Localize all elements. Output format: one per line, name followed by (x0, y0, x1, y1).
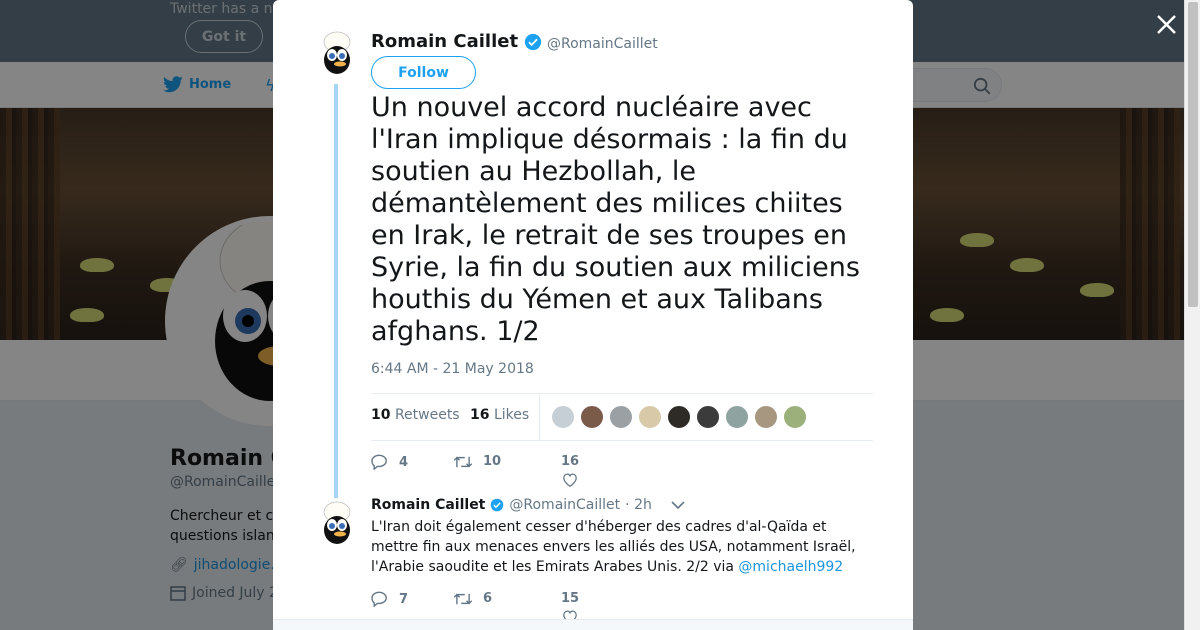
thread-connector-line (334, 84, 338, 498)
verified-badge-icon (524, 33, 542, 50)
page-scrollbar[interactable] (1184, 0, 1200, 630)
retweet-icon (453, 593, 473, 604)
verified-badge-icon (491, 498, 504, 512)
mention-link[interactable]: @michaelh992 (738, 559, 843, 575)
tweet2-header: Romain Caillet @RomainCaillet · 2h (371, 497, 685, 513)
retweet-count-stat[interactable]: 10 Retweets (371, 407, 460, 423)
retweet-button[interactable]: 6 (453, 591, 492, 606)
close-icon[interactable] (1153, 11, 1180, 38)
liker-avatar[interactable] (551, 405, 575, 429)
liker-avatar[interactable] (609, 405, 633, 429)
tweet2-avatar[interactable] (313, 500, 361, 548)
reply-button[interactable]: 4 (371, 454, 408, 470)
tweet1-text: Un nouvel accord nucléaire avec l'Iran i… (371, 92, 860, 347)
tweet2-text: L'Iran doit également cesser d'héberger … (371, 519, 856, 575)
liker-avatar[interactable] (725, 405, 749, 429)
retweet-icon (453, 456, 473, 467)
tweet1-timestamp[interactable]: 6:44 AM - 21 May 2018 (371, 361, 534, 377)
liker-avatar[interactable] (667, 405, 691, 429)
follow-button[interactable]: Follow (371, 56, 476, 89)
like-count-stat[interactable]: 16 Likes (470, 407, 529, 423)
tweet1-author-name[interactable]: Romain Caillet (371, 31, 542, 52)
liker-avatar[interactable] (638, 405, 662, 429)
liker-avatar[interactable] (696, 405, 720, 429)
calimero-avatar-icon (323, 501, 351, 544)
like-button[interactable]: 16 (561, 454, 579, 487)
calimero-avatar-icon (323, 31, 351, 74)
reply-icon (371, 591, 387, 607)
tweet2-time[interactable]: · 2h (625, 497, 652, 513)
chevron-down-icon[interactable] (671, 500, 685, 510)
retweet-button[interactable]: 10 (453, 454, 501, 469)
stats-divider (539, 394, 540, 441)
tweet2-author-name[interactable]: Romain Caillet (371, 497, 485, 513)
scrollbar-thumb[interactable] (1188, 2, 1198, 307)
reply-icon (371, 454, 387, 470)
tweet1-author-handle[interactable]: @RomainCaillet (547, 36, 658, 52)
reply-button[interactable]: 7 (371, 591, 408, 607)
liker-avatar[interactable] (783, 405, 807, 429)
tweet1-stats: 10 Retweets 16 Likes (371, 393, 873, 441)
heart-icon (563, 473, 577, 487)
modal-bottom-edge (273, 619, 913, 630)
tweet2-author-handle[interactable]: @RomainCaillet (509, 497, 620, 513)
liker-avatar[interactable] (754, 405, 778, 429)
tweet1-avatar[interactable] (313, 30, 361, 78)
tweet-modal: Romain Caillet @RomainCaillet Follow Un … (273, 0, 913, 630)
liker-avatars (551, 405, 807, 429)
liker-avatar[interactable] (580, 405, 604, 429)
